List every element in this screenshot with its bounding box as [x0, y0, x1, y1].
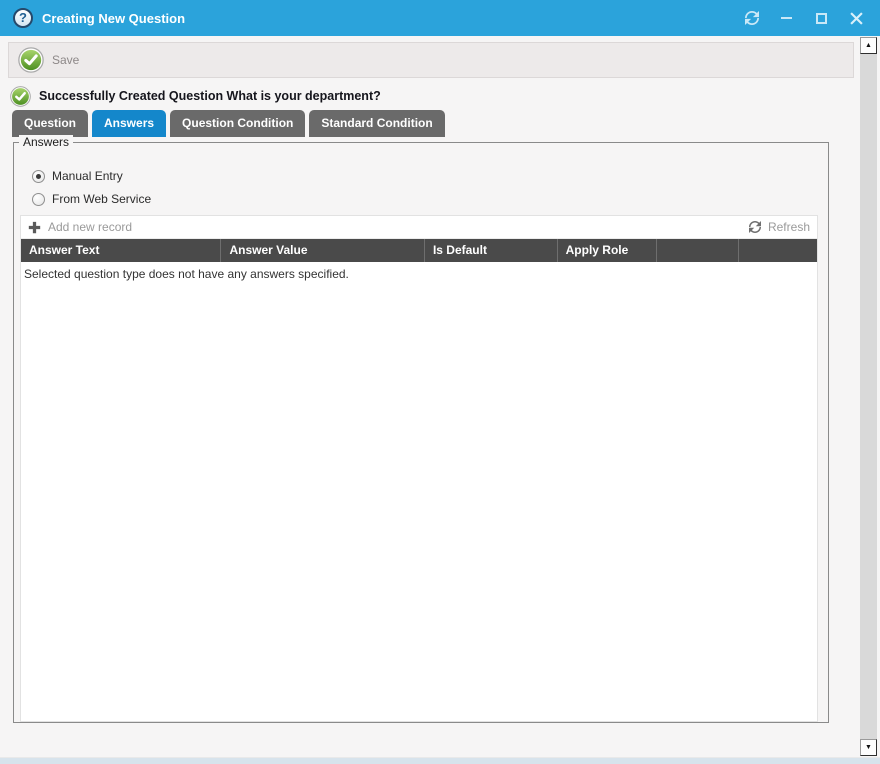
column-header-apply-role[interactable]: Apply Role [558, 239, 658, 262]
refresh-icon [749, 221, 761, 233]
window-title: Creating New Question [42, 11, 185, 26]
radio-label: Manual Entry [52, 169, 123, 183]
grid-refresh-button[interactable]: Refresh [749, 220, 810, 234]
tab-question[interactable]: Question [12, 110, 88, 137]
tab-question-condition[interactable]: Question Condition [170, 110, 305, 137]
groupbox-legend: Answers [19, 135, 73, 149]
status-message: Successfully Created Question What is yo… [39, 89, 381, 103]
save-label: Save [52, 53, 79, 67]
radio-button-icon [32, 193, 45, 206]
window-bottom-border [0, 757, 880, 764]
grid-empty-message: Selected question type does not have any… [21, 262, 817, 286]
minimize-button[interactable] [779, 11, 794, 26]
minimize-icon [781, 17, 792, 19]
dialog-window: ? Creating New Question [0, 0, 880, 764]
tab-answers[interactable]: Answers [92, 110, 166, 137]
maximize-icon [816, 13, 827, 24]
column-header-empty-1 [657, 239, 739, 262]
grid-toolbar: Add new record Refresh [21, 216, 817, 239]
answers-grid: Add new record Refresh Answer Text Answe… [20, 215, 818, 722]
grid-header-row: Answer Text Answer Value Is Default Appl… [21, 239, 817, 262]
column-header-answer-text[interactable]: Answer Text [21, 239, 221, 262]
radio-button-icon [32, 170, 45, 183]
check-circle-icon [18, 47, 44, 73]
close-button[interactable] [849, 11, 864, 26]
close-icon [850, 12, 863, 25]
save-button[interactable]: Save [18, 47, 79, 73]
success-check-icon [10, 86, 31, 107]
triangle-down-icon: ▼ [865, 744, 872, 751]
radio-from-web-service[interactable]: From Web Service [32, 192, 151, 206]
add-new-record-label: Add new record [48, 220, 132, 234]
radio-manual-entry[interactable]: Manual Entry [32, 169, 123, 183]
add-new-record-button[interactable]: Add new record [28, 220, 132, 234]
scroll-up-button[interactable]: ▲ [860, 37, 877, 54]
maximize-button[interactable] [814, 11, 829, 26]
tab-standard-condition[interactable]: Standard Condition [309, 110, 444, 137]
column-header-is-default[interactable]: Is Default [425, 239, 558, 262]
column-header-empty-2 [739, 239, 817, 262]
column-header-answer-value[interactable]: Answer Value [221, 239, 424, 262]
triangle-up-icon: ▲ [865, 42, 872, 49]
vertical-scrollbar[interactable]: ▲ ▼ [860, 37, 877, 756]
refresh-window-button[interactable] [744, 11, 759, 26]
save-toolbar: Save [8, 42, 854, 78]
plus-icon [28, 221, 41, 234]
refresh-icon [745, 11, 759, 25]
tab-strip: Question Answers Question Condition Stan… [12, 110, 445, 137]
status-row: Successfully Created Question What is yo… [10, 85, 381, 107]
grid-refresh-label: Refresh [768, 220, 810, 234]
scroll-down-button[interactable]: ▼ [860, 739, 877, 756]
radio-label: From Web Service [52, 192, 151, 206]
window-controls [744, 0, 864, 36]
titlebar: ? Creating New Question [0, 0, 880, 36]
answers-groupbox: Answers Manual Entry From Web Service Ad… [13, 142, 829, 723]
help-icon[interactable]: ? [13, 8, 33, 28]
